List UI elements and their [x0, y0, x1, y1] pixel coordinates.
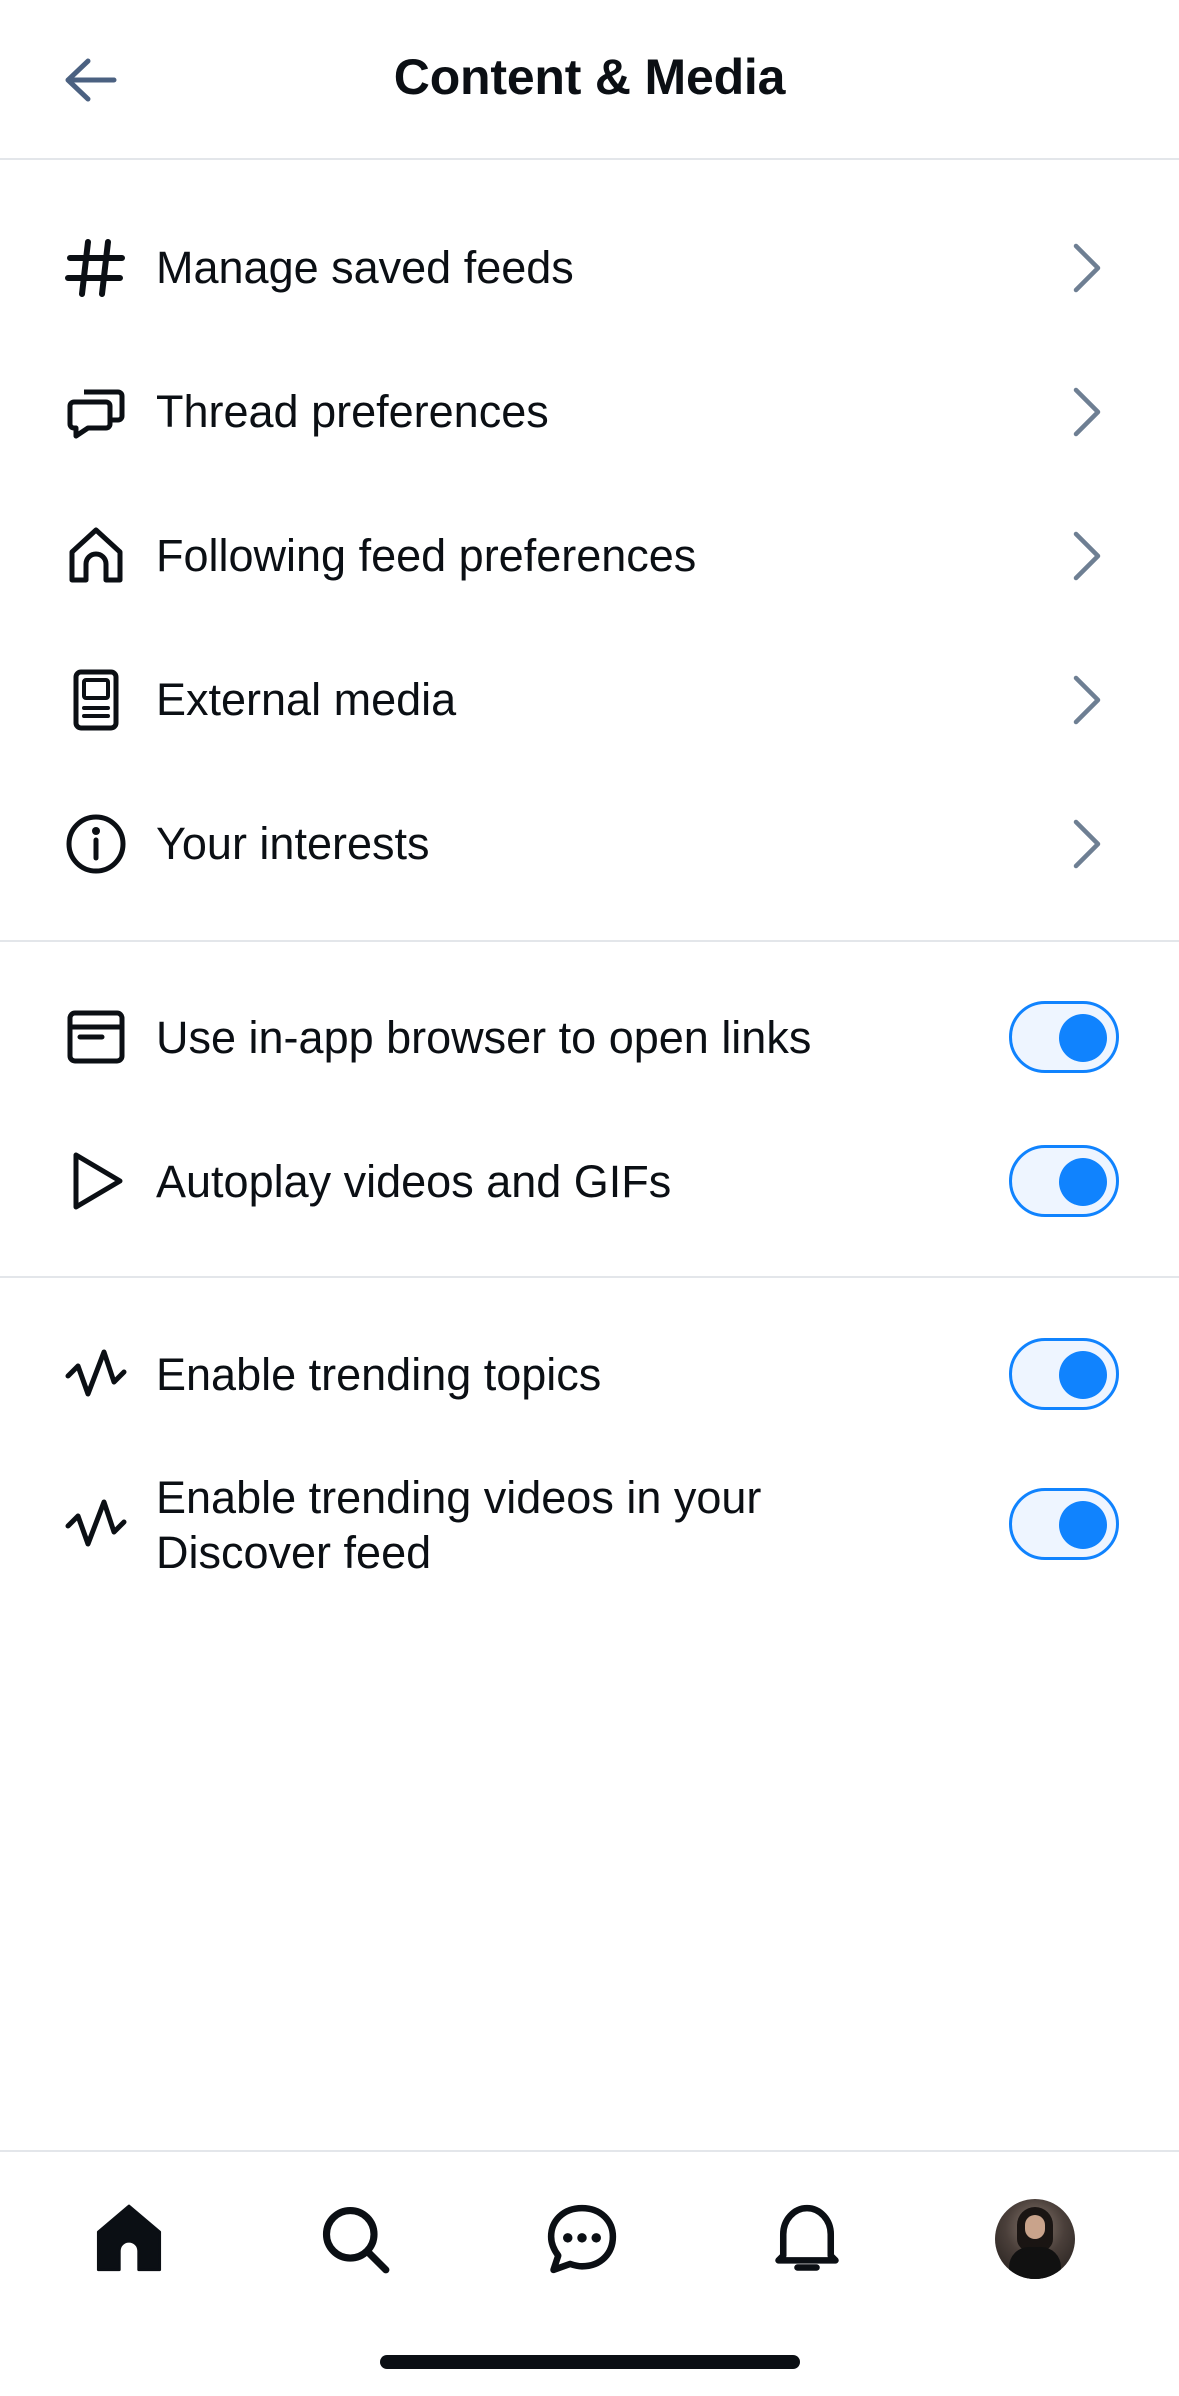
trending-wave-icon	[60, 1338, 132, 1410]
toggle-knob	[1059, 1158, 1107, 1206]
row-label-line2: Discover feed	[156, 1527, 432, 1578]
chevron-right-icon	[1067, 382, 1107, 442]
row-trending-videos: Enable trending videos in your Discover …	[0, 1470, 1179, 1580]
info-circle-icon	[60, 808, 132, 880]
row-label-line1: Enable trending videos in your	[156, 1472, 762, 1523]
search-icon	[322, 2206, 390, 2274]
tab-notifications[interactable]	[762, 2194, 852, 2284]
section-divider	[0, 1276, 1179, 1278]
tab-chat[interactable]	[537, 2194, 627, 2284]
row-label: Use in-app browser to open links	[156, 1012, 812, 1063]
browser-window-icon	[60, 1001, 132, 1073]
row-thread-preferences[interactable]: Thread preferences	[0, 376, 1179, 448]
tab-profile[interactable]	[990, 2194, 1080, 2284]
row-label: Following feed preferences	[156, 530, 697, 581]
row-your-interests[interactable]: Your interests	[0, 808, 1179, 880]
play-icon	[60, 1145, 132, 1217]
toggle-knob	[1059, 1014, 1107, 1062]
chevron-right-icon	[1067, 526, 1107, 586]
home-icon	[96, 2204, 162, 2272]
row-label: Your interests	[156, 818, 430, 869]
row-in-app-browser: Use in-app browser to open links	[0, 1001, 1179, 1075]
row-trending-topics: Enable trending topics	[0, 1338, 1179, 1412]
tab-search[interactable]	[310, 2194, 400, 2284]
chevron-right-icon	[1067, 238, 1107, 298]
tab-home[interactable]	[84, 2194, 174, 2284]
hashtag-icon	[60, 232, 132, 304]
row-autoplay: Autoplay videos and GIFs	[0, 1145, 1179, 1219]
trending-wave-icon	[60, 1488, 132, 1560]
chat-bubbles-icon	[60, 376, 132, 448]
bottom-tab-bar	[0, 2150, 1179, 2310]
media-device-icon	[60, 664, 132, 736]
chevron-right-icon	[1067, 670, 1107, 730]
section-divider	[0, 940, 1179, 942]
row-following-feed-preferences[interactable]: Following feed preferences	[0, 520, 1179, 592]
toggle-knob	[1059, 1501, 1107, 1549]
row-label: Manage saved feeds	[156, 242, 574, 293]
page-title: Content & Media	[393, 49, 786, 105]
row-label: External media	[156, 674, 457, 725]
autoplay-toggle[interactable]	[1009, 1145, 1119, 1217]
in-app-browser-toggle[interactable]	[1009, 1001, 1119, 1073]
bell-icon	[775, 2204, 839, 2271]
header: Content & Media	[0, 0, 1179, 160]
row-label: Autoplay videos and GIFs	[156, 1156, 672, 1207]
trending-videos-toggle[interactable]	[1009, 1488, 1119, 1560]
toggle-knob	[1059, 1351, 1107, 1399]
row-external-media[interactable]: External media	[0, 664, 1179, 736]
row-label: Thread preferences	[156, 386, 549, 437]
avatar	[995, 2199, 1075, 2279]
home-indicator	[380, 2355, 800, 2369]
chat-icon	[547, 2204, 617, 2274]
row-label: Enable trending topics	[156, 1349, 602, 1400]
row-manage-saved-feeds[interactable]: Manage saved feeds	[0, 232, 1179, 304]
chevron-right-icon	[1067, 814, 1107, 874]
home-outline-icon	[60, 520, 132, 592]
trending-topics-toggle[interactable]	[1009, 1338, 1119, 1410]
settings-screen: Content & Media Manage saved feeds Threa…	[0, 0, 1179, 2396]
